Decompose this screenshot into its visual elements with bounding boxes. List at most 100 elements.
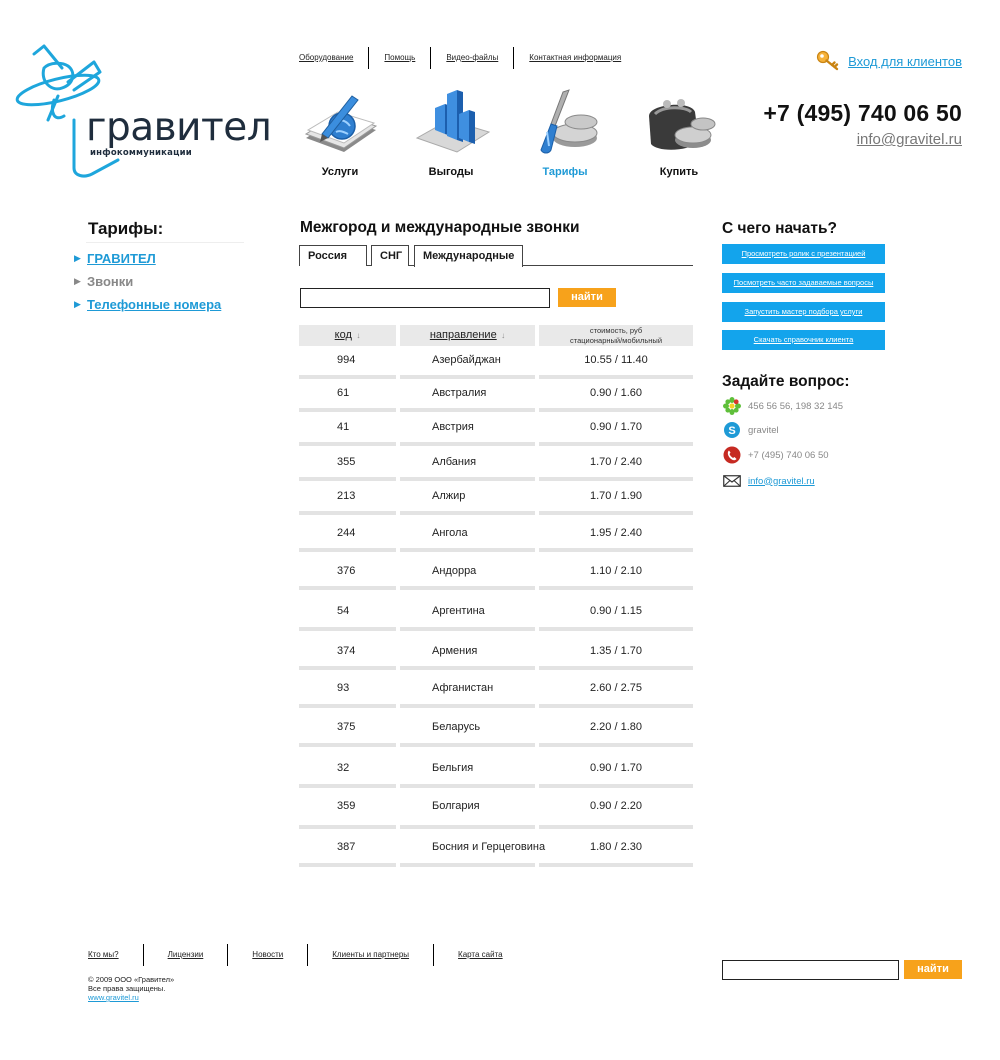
cell-code: 244 bbox=[337, 527, 356, 539]
footer-link-news[interactable]: Новости bbox=[228, 944, 307, 966]
cell-price: 0.90 / 2.20 bbox=[590, 800, 642, 812]
top-link-videos[interactable]: Видео-файлы bbox=[431, 47, 513, 69]
cell-code: 376 bbox=[337, 565, 356, 577]
top-link-equipment[interactable]: Оборудование bbox=[299, 47, 368, 69]
cell-direction: Албания bbox=[432, 456, 477, 468]
triangle-right-icon: ▶ bbox=[74, 276, 81, 286]
nav-buy-label: Купить bbox=[659, 166, 699, 178]
cell-price: 0.90 / 1.70 bbox=[590, 421, 642, 433]
cell-price: 1.80 / 2.30 bbox=[590, 841, 642, 853]
column-code[interactable]: код ↓ bbox=[299, 325, 396, 346]
screwdriver-coins-icon bbox=[540, 89, 598, 154]
sidebar-menu: ▶ ГРАВИТЕЛ ▶ Звонки ▶ Телефонные номера bbox=[74, 247, 221, 316]
nav-buy[interactable]: Купить bbox=[629, 86, 729, 186]
logo[interactable]: гравител инфокоммуникации bbox=[14, 42, 272, 182]
nav-benefits[interactable]: Выгоды bbox=[401, 86, 501, 186]
cell-price: 0.90 / 1.70 bbox=[590, 762, 642, 774]
direction-search-input[interactable] bbox=[300, 288, 550, 308]
sidebar-item-phone-numbers[interactable]: ▶ Телефонные номера bbox=[74, 293, 221, 316]
cell-code: 375 bbox=[337, 721, 356, 733]
cell-price: 2.60 / 2.75 bbox=[590, 682, 642, 694]
row-divider bbox=[299, 586, 693, 590]
column-price-label: стоимость, руб bbox=[589, 326, 643, 335]
cell-direction: Австралия bbox=[432, 387, 487, 399]
nav-services[interactable]: Услуги bbox=[290, 86, 390, 186]
footer-link-clients[interactable]: Клиенты и партнеры bbox=[308, 944, 433, 966]
row-divider bbox=[299, 825, 693, 829]
contact-icq: 456 56 56, 198 32 145 bbox=[722, 397, 843, 415]
contact-skype: S gravitel bbox=[722, 421, 779, 439]
footer-search-input[interactable] bbox=[722, 960, 899, 980]
client-login-link[interactable]: Вход для клиентов bbox=[848, 54, 962, 69]
top-navigation: Оборудование Помощь Видео-файлы Контактн… bbox=[299, 47, 636, 69]
icq-icon bbox=[723, 397, 741, 415]
sidebar-item-calls[interactable]: ▶ Звонки bbox=[74, 270, 221, 293]
column-direction[interactable]: направление ↓ bbox=[400, 325, 535, 346]
cell-direction: Аргентина bbox=[432, 605, 485, 617]
footer-site-link[interactable]: www.gravitel.ru bbox=[88, 993, 174, 1002]
tab-international[interactable]: Международные bbox=[414, 245, 523, 267]
cell-code: 359 bbox=[337, 800, 356, 812]
column-direction-label: направление bbox=[429, 329, 497, 341]
sidebar-item-gravitel[interactable]: ▶ ГРАВИТЕЛ bbox=[74, 247, 221, 270]
top-link-help[interactable]: Помощь bbox=[369, 47, 430, 69]
footer-search-button[interactable]: найти bbox=[904, 960, 962, 979]
faq-button[interactable]: Посмотреть часто задаваемые вопросы bbox=[722, 273, 885, 293]
copyright-rights: Все права защищены. bbox=[88, 984, 166, 993]
column-code-label: код bbox=[334, 329, 352, 341]
row-divider bbox=[299, 666, 693, 670]
row-divider bbox=[299, 743, 693, 747]
footer-link-licenses[interactable]: Лицензии bbox=[144, 944, 228, 966]
skype-icon: S bbox=[724, 422, 740, 438]
row-divider bbox=[299, 627, 693, 631]
row-divider bbox=[299, 375, 693, 379]
cell-direction: Азербайджан bbox=[432, 354, 501, 366]
cell-direction: Бельгия bbox=[432, 762, 474, 774]
sidebar-item-label: Телефонные номера bbox=[87, 297, 222, 312]
header-email-link[interactable]: info@gravitel.ru bbox=[857, 131, 962, 148]
region-tabs: Россия СНГ Международные bbox=[299, 244, 693, 267]
cell-price: 1.70 / 2.40 bbox=[590, 456, 642, 468]
download-guide-button[interactable]: Скачать справочник клиента bbox=[722, 330, 885, 350]
contact-email-link[interactable]: info@gravitel.ru bbox=[748, 476, 815, 487]
footer-navigation: Кто мы? Лицензии Новости Клиенты и партн… bbox=[88, 944, 527, 966]
copyright-line: © 2009 ООО «Гравител» bbox=[88, 975, 175, 984]
nav-tariffs[interactable]: Тарифы bbox=[515, 86, 615, 186]
cell-direction: Босния и Герцеговина bbox=[432, 841, 546, 853]
row-divider bbox=[299, 477, 693, 481]
sort-arrow-icon: ↓ bbox=[356, 331, 361, 340]
cell-code: 387 bbox=[337, 841, 356, 853]
header-phone: +7 (495) 740 06 50 bbox=[763, 100, 962, 126]
key-icon bbox=[817, 50, 839, 71]
cell-code: 374 bbox=[337, 645, 356, 657]
service-wizard-button[interactable]: Запустить мастер подбора услуги bbox=[722, 302, 885, 322]
tab-russia[interactable]: Россия bbox=[299, 245, 367, 266]
footer-link-about[interactable]: Кто мы? bbox=[88, 944, 143, 966]
cell-code: 54 bbox=[337, 605, 350, 617]
cell-code: 61 bbox=[337, 387, 350, 399]
cell-code: 32 bbox=[337, 762, 350, 774]
cell-direction: Армения bbox=[432, 645, 478, 657]
tab-cis[interactable]: СНГ bbox=[371, 245, 409, 266]
table-header: код ↓ направление ↓ стоимость, руб стаци… bbox=[299, 325, 693, 346]
row-divider bbox=[299, 784, 693, 788]
top-link-contacts[interactable]: Контактная информация bbox=[514, 47, 636, 69]
svg-text:S: S bbox=[728, 425, 735, 437]
divider bbox=[86, 242, 244, 243]
cell-price: 10.55 / 11.40 bbox=[584, 354, 648, 366]
contact-email[interactable]: info@gravitel.ru bbox=[722, 472, 815, 490]
cell-price: 1.10 / 2.10 bbox=[590, 565, 642, 577]
cell-code: 213 bbox=[337, 490, 356, 502]
cell-price: 0.90 / 1.60 bbox=[590, 387, 642, 399]
copyright: © 2009 ООО «Гравител» Все права защищены… bbox=[88, 975, 174, 1002]
contact-phone: +7 (495) 740 06 50 bbox=[722, 446, 829, 464]
sidebar-item-label: Звонки bbox=[87, 274, 134, 289]
search-button[interactable]: найти bbox=[558, 288, 616, 307]
cell-direction: Беларусь bbox=[432, 721, 481, 733]
footer-link-sitemap[interactable]: Карта сайта bbox=[434, 944, 527, 966]
cell-direction: Ангола bbox=[432, 527, 468, 539]
logo-wordmark: гравител bbox=[86, 105, 272, 150]
cell-price: 2.20 / 1.80 bbox=[590, 721, 642, 733]
contact-phone-text: +7 (495) 740 06 50 bbox=[748, 449, 829, 461]
watch-presentation-button[interactable]: Просмотреть ролик с презентацией bbox=[722, 244, 885, 264]
